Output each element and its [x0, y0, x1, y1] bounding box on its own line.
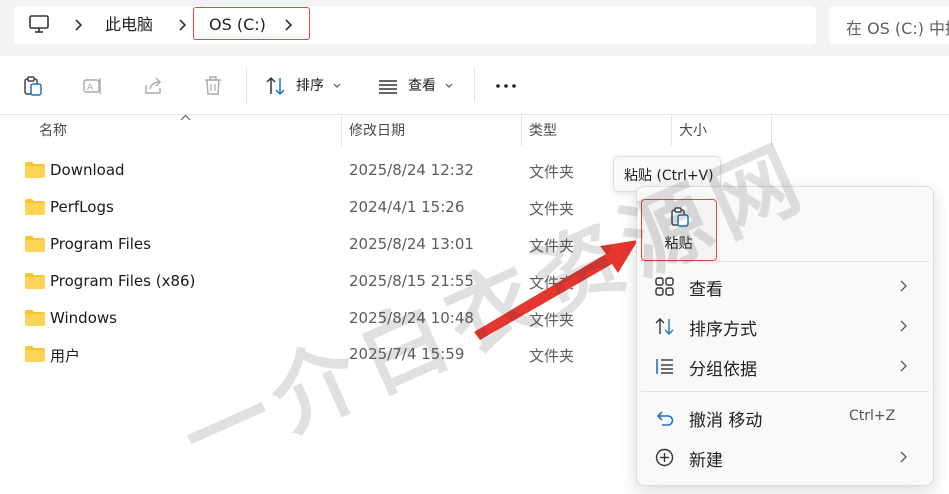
view-grid-icon: [655, 277, 674, 296]
menu-item-label: 撤消 移动: [689, 411, 763, 431]
undo-icon: [656, 411, 674, 426]
file-name: 用户: [50, 347, 81, 365]
breadcrumb-chevron-icon[interactable]: [73, 18, 85, 32]
search-placeholder: 在 OS (C:) 中搜: [846, 19, 949, 38]
paste-button[interactable]: 粘贴: [641, 199, 717, 261]
file-type: 文件夹: [529, 163, 575, 181]
file-row[interactable]: Download 2025/8/24 12:32 文件夹: [0, 152, 949, 189]
more-options-icon[interactable]: [495, 75, 517, 97]
chevron-right-icon: [900, 280, 907, 292]
file-name: PerfLogs: [50, 198, 114, 216]
delete-icon[interactable]: [202, 75, 224, 97]
file-name: Program Files (x86): [50, 272, 196, 290]
file-date: 2025/7/4 15:59: [349, 345, 465, 363]
menu-item-view[interactable]: 查看: [637, 267, 933, 305]
toolbar-separator: [246, 68, 247, 102]
chevron-down-icon[interactable]: [333, 83, 341, 89]
menu-item-undo-move[interactable]: 撤消 移动 Ctrl+Z: [637, 398, 933, 436]
menu-item-new[interactable]: 新建: [637, 438, 933, 476]
paste-button-label: 粘贴: [664, 236, 693, 252]
pointer-arrow-icon: [474, 240, 638, 340]
context-menu: 粘贴 查看 排序方式 分组依据 撤消 移动 Ctrl+Z 新建: [636, 186, 934, 486]
share-icon[interactable]: [142, 75, 164, 97]
breadcrumb-chevron-icon[interactable]: [177, 18, 189, 32]
folder-icon: [25, 236, 45, 252]
file-name: Download: [50, 161, 125, 179]
chevron-right-icon: [900, 320, 907, 332]
column-separator[interactable]: [671, 114, 672, 146]
menu-item-sort-by[interactable]: 排序方式: [637, 307, 933, 345]
breadcrumb-chevron-icon[interactable]: [283, 18, 295, 32]
this-pc-icon[interactable]: [28, 13, 50, 35]
file-name: Program Files: [50, 235, 151, 253]
column-header-size[interactable]: 大小: [679, 120, 707, 140]
file-type: 文件夹: [529, 347, 575, 365]
column-separator[interactable]: [341, 114, 342, 146]
search-box[interactable]: 在 OS (C:) 中搜: [829, 6, 949, 44]
sort-button[interactable]: 排序: [296, 76, 324, 96]
paste-icon: [671, 207, 689, 227]
menu-item-shortcut: Ctrl+Z: [849, 408, 896, 424]
command-bar: A 排序 查看: [0, 56, 949, 115]
folder-icon: [25, 199, 45, 215]
menu-separator: [641, 261, 929, 262]
file-date: 2025/8/24 13:01: [349, 235, 474, 253]
breadcrumb-os-c[interactable]: OS (C:): [209, 15, 266, 35]
paste-icon[interactable]: [22, 75, 44, 97]
sort-icon: [655, 318, 674, 335]
column-separator[interactable]: [771, 114, 772, 146]
sort-ascending-caret-icon: [180, 114, 191, 121]
column-header-type[interactable]: 类型: [529, 120, 557, 140]
address-bar-row: 此电脑 OS (C:) 在 OS (C:) 中搜: [0, 0, 949, 56]
chevron-right-icon: [900, 360, 907, 372]
view-list-icon[interactable]: [377, 75, 399, 97]
file-date: 2025/8/24 12:32: [349, 161, 474, 179]
menu-item-label: 分组依据: [689, 360, 757, 380]
view-button[interactable]: 查看: [408, 76, 436, 96]
column-header-date[interactable]: 修改日期: [349, 120, 405, 140]
file-date: 2025/8/15 21:55: [349, 272, 474, 290]
file-name: Windows: [50, 309, 117, 327]
column-header-name[interactable]: 名称: [39, 120, 67, 140]
breadcrumb-this-pc[interactable]: 此电脑: [105, 15, 153, 35]
chevron-right-icon: [900, 451, 907, 463]
tooltip-text: 粘贴 (Ctrl+V): [624, 168, 714, 184]
folder-icon: [25, 346, 45, 362]
menu-item-label: 新建: [689, 451, 723, 471]
rename-icon[interactable]: A: [82, 75, 104, 97]
svg-text:A: A: [87, 83, 94, 93]
menu-item-group-by[interactable]: 分组依据: [637, 347, 933, 385]
toolbar-separator: [474, 68, 475, 102]
file-date: 2024/4/1 15:26: [349, 198, 465, 216]
menu-separator: [641, 391, 929, 392]
file-type: 文件夹: [529, 200, 575, 218]
file-date: 2025/8/24 10:48: [349, 309, 474, 327]
folder-icon: [25, 273, 45, 289]
new-plus-icon: [655, 448, 674, 467]
menu-item-label: 排序方式: [689, 320, 757, 340]
chevron-down-icon[interactable]: [445, 83, 453, 89]
folder-icon: [25, 310, 45, 326]
group-list-icon: [656, 359, 673, 374]
sort-icon[interactable]: [265, 75, 287, 97]
menu-item-label: 查看: [689, 280, 723, 300]
folder-icon: [25, 162, 45, 178]
column-separator[interactable]: [521, 114, 522, 146]
